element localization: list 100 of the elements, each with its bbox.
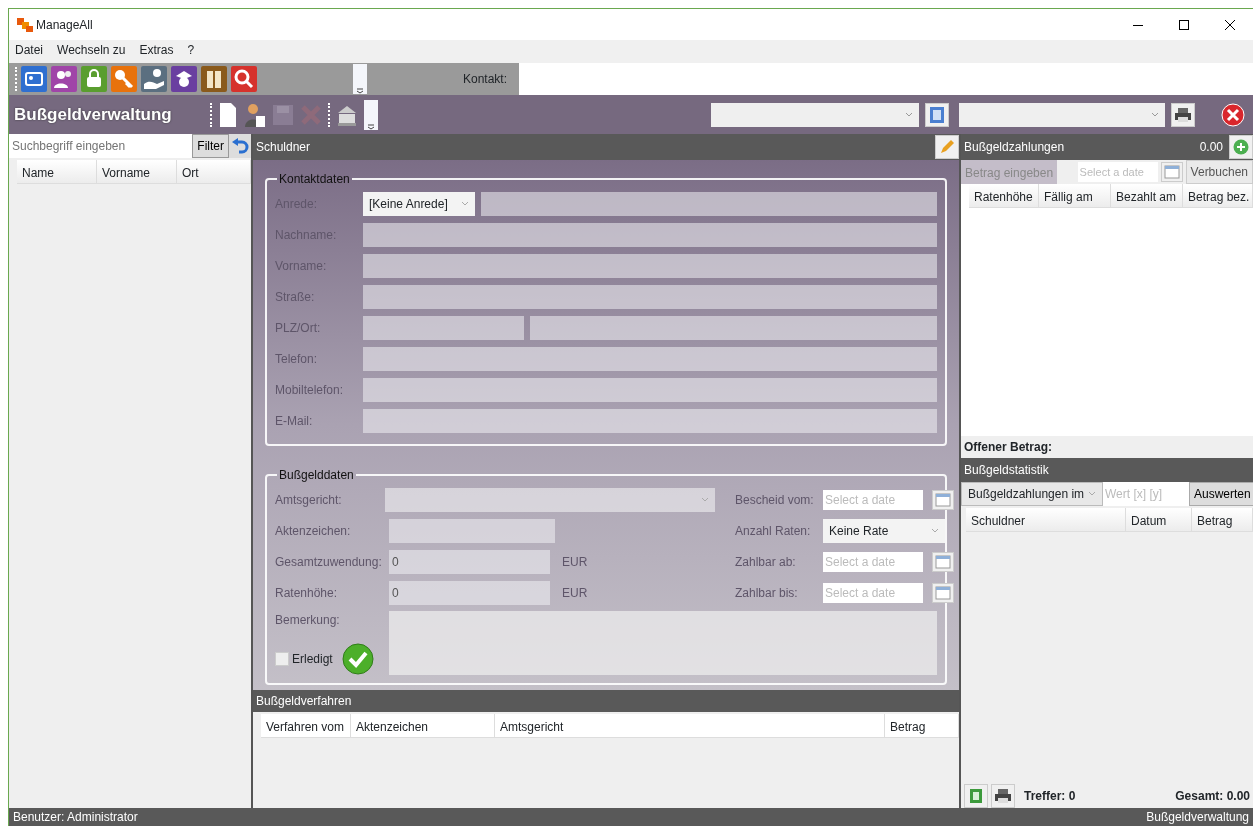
new-document-icon[interactable] bbox=[218, 101, 238, 128]
undo-button[interactable] bbox=[229, 134, 251, 158]
filter-dropdown[interactable] bbox=[711, 102, 919, 127]
undo-arrow-icon bbox=[231, 138, 249, 154]
value-field[interactable]: Wert [x] [y] bbox=[1103, 482, 1189, 506]
field-label: Ratenhöhe: bbox=[275, 584, 339, 602]
column-header[interactable]: Vorname bbox=[97, 160, 177, 183]
search-field[interactable]: Suchbegriff eingeben bbox=[9, 134, 193, 158]
sum-total: Gesamt: 0.00 bbox=[1175, 788, 1250, 805]
contact-label: Kontakt: bbox=[462, 71, 507, 88]
save-icon[interactable] bbox=[272, 103, 294, 126]
column-header[interactable]: Ratenhöhe bbox=[969, 184, 1039, 207]
book-button[interactable]: Verbuchen bbox=[1185, 160, 1253, 184]
building-icon[interactable] bbox=[336, 103, 358, 126]
column-header[interactable]: Schuldner bbox=[966, 508, 1126, 531]
spreadsheet-icon bbox=[969, 788, 983, 804]
open-amount-label: Offener Betrag: bbox=[964, 439, 1052, 456]
field-label: Bescheid vom: bbox=[735, 491, 815, 509]
printer-icon bbox=[994, 788, 1012, 804]
column-header[interactable]: Betrag bbox=[1192, 508, 1253, 531]
hand-coin-icon[interactable] bbox=[141, 66, 167, 92]
calendar-button[interactable] bbox=[932, 489, 954, 510]
status-module: Bußgeldverwaltung bbox=[1146, 809, 1249, 826]
print-dropdown[interactable] bbox=[959, 102, 1165, 127]
date-field[interactable]: Select a date bbox=[1077, 162, 1158, 182]
people-icon[interactable] bbox=[51, 66, 77, 92]
chevron-icon bbox=[905, 111, 913, 118]
key-icon[interactable] bbox=[111, 66, 137, 92]
column-header[interactable]: Ort bbox=[177, 160, 251, 183]
date-field[interactable]: Select a date bbox=[823, 551, 923, 572]
calendar-button[interactable] bbox=[1160, 162, 1183, 182]
panel-title: Bußgeldstatistik bbox=[964, 462, 1049, 479]
printer-icon bbox=[1174, 106, 1192, 123]
column-header[interactable]: Datum bbox=[1126, 508, 1192, 531]
court-dropdown[interactable] bbox=[385, 487, 715, 512]
print-button[interactable] bbox=[1171, 102, 1195, 127]
checkmark-icon[interactable] bbox=[341, 643, 374, 675]
chevron-icon bbox=[701, 496, 709, 503]
dropdown-value: Keine Rate bbox=[829, 522, 889, 540]
dropdown-value: Bußgeldzahlungen im bbox=[968, 486, 1085, 503]
person-icon[interactable] bbox=[244, 101, 266, 128]
maximize-icon[interactable] bbox=[1178, 18, 1190, 31]
column-header[interactable]: Betrag bez. bbox=[1183, 184, 1253, 207]
field-label: Anzahl Raten: bbox=[735, 522, 812, 540]
dropdown-handle-icon[interactable] bbox=[367, 123, 375, 130]
app-logo-icon bbox=[17, 17, 33, 32]
search-icon[interactable] bbox=[231, 66, 257, 92]
cap-icon[interactable] bbox=[171, 66, 197, 92]
unit-label: EUR bbox=[562, 584, 588, 602]
column-header[interactable]: Fällig am bbox=[1039, 184, 1111, 207]
menu-item[interactable]: Datei bbox=[15, 41, 43, 59]
lock-icon[interactable] bbox=[81, 66, 107, 92]
add-button[interactable] bbox=[1229, 135, 1253, 159]
rates-dropdown[interactable]: Keine Rate bbox=[823, 518, 945, 543]
column-header[interactable]: Name bbox=[17, 160, 97, 183]
print-button[interactable] bbox=[991, 784, 1015, 808]
field-label: Bemerkung: bbox=[275, 612, 341, 629]
date-field[interactable]: Select a date bbox=[823, 489, 923, 510]
document-icon bbox=[929, 105, 945, 124]
field-label: Zahlbar bis: bbox=[735, 584, 799, 602]
calendar-button[interactable] bbox=[932, 551, 954, 572]
edit-button[interactable] bbox=[935, 135, 959, 159]
report-button[interactable] bbox=[925, 102, 949, 127]
column-header[interactable]: Bezahlt am bbox=[1111, 184, 1183, 207]
column-header[interactable]: Verfahren vom bbox=[261, 714, 351, 737]
checkbox[interactable] bbox=[275, 652, 289, 666]
contact-field[interactable] bbox=[519, 63, 1253, 95]
group-title: Kontaktdaten bbox=[278, 172, 351, 186]
field-label: Telefon: bbox=[275, 350, 319, 368]
checkbox-label: Erledigt bbox=[292, 651, 333, 668]
total-amount: 0.00 bbox=[1199, 139, 1223, 156]
calendar-button[interactable] bbox=[932, 582, 954, 603]
close-icon[interactable] bbox=[1224, 18, 1236, 31]
field-label: E-Mail: bbox=[275, 412, 314, 430]
chevron-icon bbox=[461, 200, 469, 207]
date-field[interactable]: Select a date bbox=[823, 582, 923, 603]
field-label: Mobiltelefon: bbox=[275, 381, 345, 399]
chevron-icon bbox=[1088, 491, 1096, 497]
menu-item[interactable]: Wechseln zu bbox=[57, 41, 126, 59]
unit-label: EUR bbox=[562, 553, 588, 571]
field-label: Aktenzeichen: bbox=[275, 522, 352, 540]
menu-item[interactable]: Extras bbox=[139, 41, 174, 59]
statistics-dropdown[interactable]: Bußgeldzahlungen im bbox=[961, 482, 1103, 506]
panel-title: Bußgeldzahlungen bbox=[964, 139, 1065, 156]
evaluate-button[interactable]: Auswerten bbox=[1189, 482, 1253, 506]
column-header[interactable]: Amtsgericht bbox=[495, 714, 885, 737]
card-icon[interactable] bbox=[21, 66, 47, 92]
dropdown-handle-icon[interactable] bbox=[356, 88, 364, 94]
binder-icon[interactable] bbox=[201, 66, 227, 92]
field-label: Zahlbar ab: bbox=[735, 553, 797, 571]
calendar-icon bbox=[935, 585, 951, 600]
column-header[interactable]: Betrag bbox=[885, 714, 959, 737]
pencil-icon bbox=[939, 139, 955, 155]
hits-count: Treffer: 0 bbox=[1024, 788, 1076, 805]
panel-title: Bußgeldverfahren bbox=[256, 693, 352, 710]
filter-button[interactable]: Filter bbox=[192, 134, 229, 158]
group-title: Bußgelddaten bbox=[278, 468, 355, 482]
column-header[interactable]: Aktenzeichen bbox=[351, 714, 495, 737]
menu-item[interactable]: ? bbox=[187, 41, 195, 59]
remark-field[interactable] bbox=[389, 611, 937, 675]
